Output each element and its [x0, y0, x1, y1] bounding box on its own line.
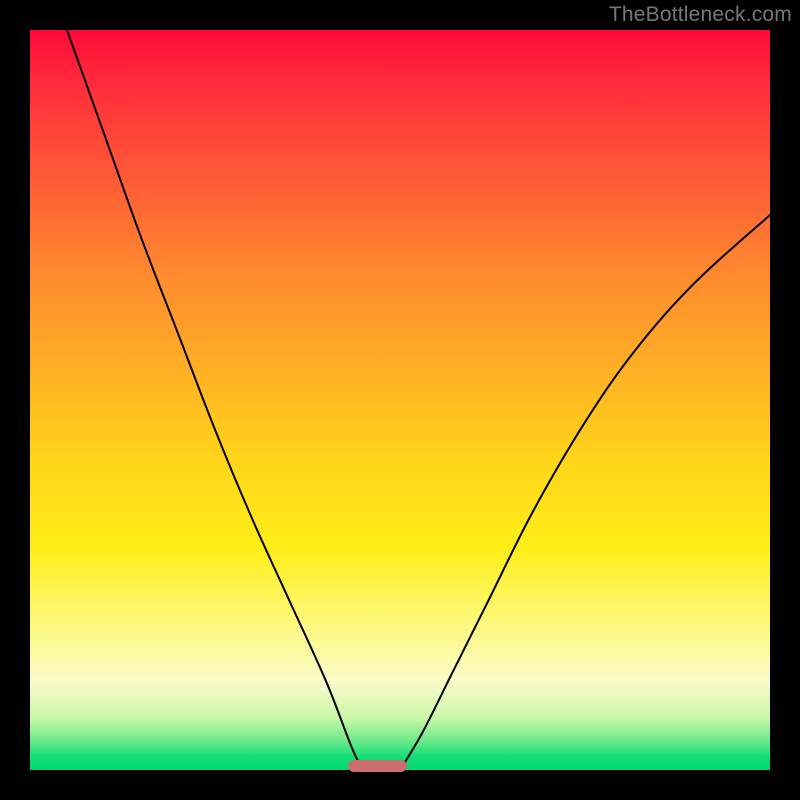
- curve-svg: [30, 30, 770, 770]
- minimum-marker: [348, 760, 407, 772]
- watermark-text: TheBottleneck.com: [609, 3, 792, 27]
- curve-right-branch: [400, 215, 770, 770]
- chart-frame: TheBottleneck.com: [0, 0, 800, 800]
- curve-left-branch: [67, 30, 363, 770]
- plot-area: [30, 30, 770, 770]
